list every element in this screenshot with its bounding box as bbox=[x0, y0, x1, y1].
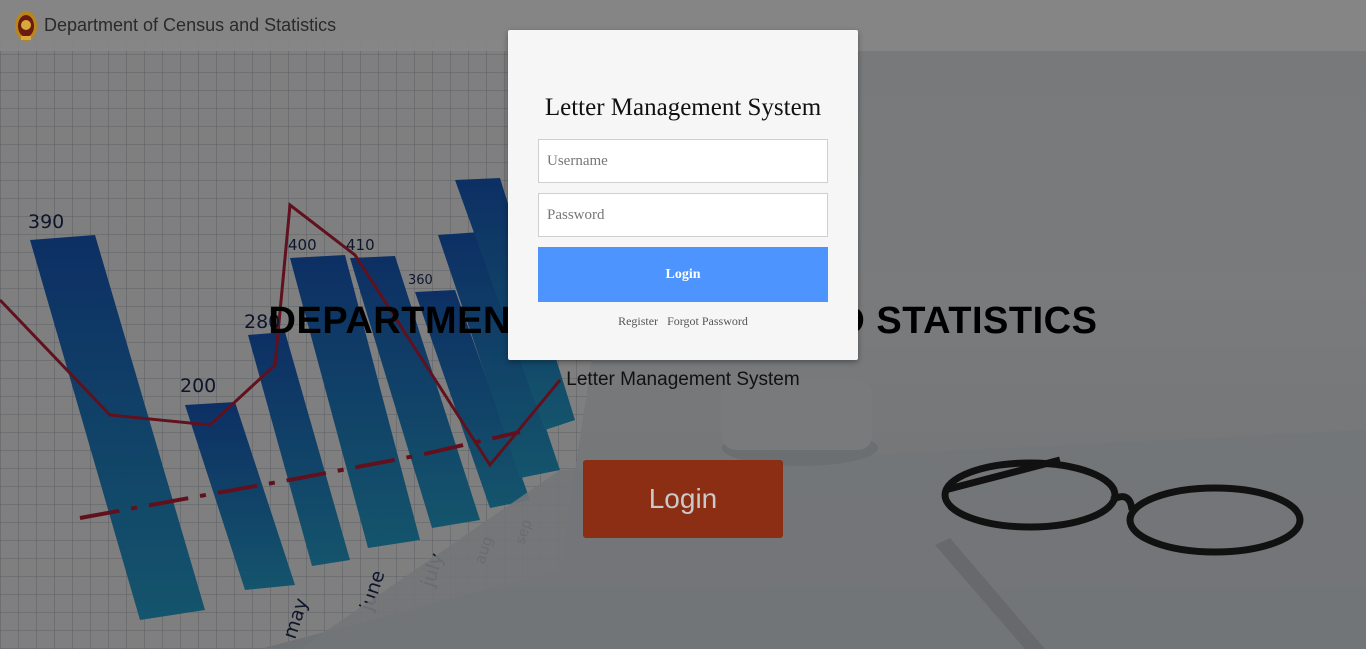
modal-links: Register Forgot Password bbox=[508, 314, 858, 329]
sri-lanka-emblem-icon[interactable] bbox=[14, 10, 38, 42]
login-button[interactable]: Login bbox=[538, 247, 828, 302]
login-modal: Letter Management System Login Register … bbox=[508, 30, 858, 360]
forgot-password-link[interactable]: Forgot Password bbox=[667, 314, 748, 328]
brand-title[interactable]: Department of Census and Statistics bbox=[44, 15, 336, 36]
username-input[interactable] bbox=[538, 139, 828, 183]
hero-subtitle: Letter Management System bbox=[566, 369, 800, 390]
modal-title: Letter Management System bbox=[544, 94, 822, 121]
password-input[interactable] bbox=[538, 193, 828, 237]
hero-login-button[interactable]: Login bbox=[583, 460, 783, 538]
register-link[interactable]: Register bbox=[618, 314, 658, 328]
